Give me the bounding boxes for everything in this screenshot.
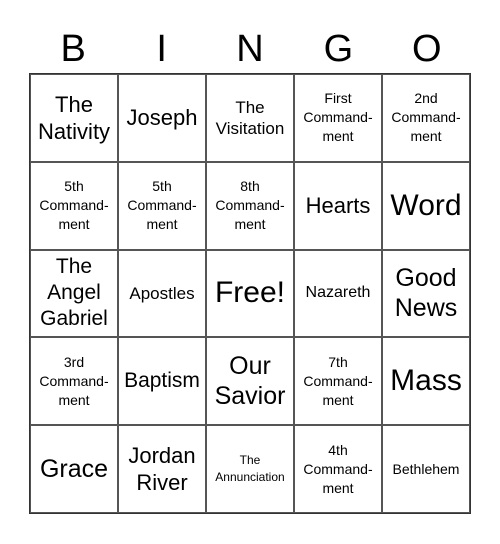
bingo-cell[interactable]: 5th Command-ment [30, 161, 118, 250]
cell-text-line: ment [234, 216, 266, 233]
bingo-cell[interactable]: 8th Command-ment [206, 161, 294, 250]
header-letter-o: O [412, 28, 442, 70]
bingo-cell[interactable]: Apostles [118, 249, 206, 338]
cell-text-line: Nativity [37, 118, 111, 144]
cell-text-line: Grace [39, 455, 109, 484]
cell-text-line: Hearts [305, 193, 371, 219]
cell-text-line: The [239, 453, 261, 468]
bingo-cell[interactable]: Mass [382, 337, 470, 426]
cell-text-line: Command- [303, 109, 373, 126]
cell-text-line: ment [322, 128, 354, 145]
cell-text-line: 3rd [63, 353, 85, 370]
bingo-cell[interactable]: Good News [382, 249, 470, 338]
cell-text-line: Free! [214, 276, 286, 310]
bingo-cell[interactable]: 4th Command-ment [294, 425, 382, 513]
cell-text-line: ment [58, 391, 90, 408]
bingo-cell[interactable]: First Command-ment [294, 74, 382, 162]
cell-text-line: Nazareth [305, 284, 371, 302]
cell-text-line: Gabriel [40, 307, 108, 331]
bingo-cell[interactable]: 3rd Command-ment [30, 337, 118, 426]
bingo-cell[interactable]: Joseph [118, 74, 206, 162]
bingo-cell[interactable]: The Angel Gabriel [30, 249, 118, 338]
cell-text-line: Visitation [215, 118, 285, 138]
cell-text-line: The [55, 91, 93, 117]
bingo-cell[interactable]: Bethlehem [382, 425, 470, 513]
cell-text-line: Command- [127, 197, 197, 214]
cell-text-line: Command- [303, 460, 373, 477]
cell-text-line: First [324, 90, 352, 107]
cell-text-line: 4th [328, 441, 348, 458]
cell-text-line: Good [395, 264, 457, 293]
cell-text-line: 7th [328, 353, 348, 370]
bingo-cell[interactable]: The Visitation [206, 74, 294, 162]
header-letter-n: N [236, 28, 264, 70]
cell-text-line: The [235, 97, 265, 117]
cell-text-line: Baptism [124, 369, 200, 393]
cell-text-line: River [136, 470, 188, 496]
bingo-board: The Nativity Joseph The Visitation First Co… [29, 73, 471, 514]
bingo-cell free-space[interactable]: Free! [206, 249, 294, 338]
bingo-cell[interactable]: Word [382, 161, 470, 250]
cell-text-line: Jordan [128, 443, 196, 469]
cell-text-line: Angel [47, 281, 101, 305]
bingo-cell[interactable]: Our Savior [206, 337, 294, 426]
cell-text-line: 2nd [414, 90, 438, 107]
bingo-cell[interactable]: Hearts [294, 161, 382, 250]
cell-text-line: 5th [64, 178, 84, 195]
bingo-cell[interactable]: Baptism [118, 337, 206, 426]
cell-text-line: Command- [303, 372, 373, 389]
cell-text-line: Command- [39, 372, 109, 389]
cell-text-line: Savior [214, 382, 286, 411]
header-letter-b: B [60, 28, 86, 70]
cell-text-line: ment [58, 216, 90, 233]
cell-text-line: Command- [391, 109, 461, 126]
cell-text-line: The [55, 255, 93, 279]
bingo-cell[interactable]: Nazareth [294, 249, 382, 338]
cell-text-line: Joseph [126, 105, 198, 131]
bingo-cell[interactable]: 2nd Command-ment [382, 74, 470, 162]
cell-text-line: 8th [240, 178, 260, 195]
cell-text-line: Annunciation [215, 470, 285, 485]
bingo-cell[interactable]: 5th Command-ment [118, 161, 206, 250]
bingo-cell[interactable]: The Annunciation [206, 425, 294, 513]
header-letter-g: G [323, 28, 354, 70]
cell-text-line: Word [390, 188, 462, 222]
cell-text-line: 5th [152, 178, 172, 195]
bingo-cell[interactable]: The Nativity [30, 74, 118, 162]
cell-text-line: News [394, 294, 458, 323]
bingo-cell[interactable]: 7th Command-ment [294, 337, 382, 426]
cell-text-line: ment [146, 216, 178, 233]
cell-text-line: Command- [215, 197, 285, 214]
cell-text-line: ment [322, 391, 354, 408]
cell-text-line: Mass [390, 364, 462, 398]
cell-text-line: ment [322, 479, 354, 496]
cell-text-line: Command- [39, 197, 109, 214]
cell-text-line: ment [410, 128, 442, 145]
bingo-cell[interactable]: Jordan River [118, 425, 206, 513]
cell-text-line: Our [229, 352, 271, 381]
header-letter-i: I [156, 28, 167, 70]
cell-text-line: Bethlehem [392, 460, 460, 477]
bingo-cell[interactable]: Grace [30, 425, 118, 513]
bingo-header: B I N G O [29, 26, 471, 72]
cell-text-line: Apostles [129, 283, 195, 303]
